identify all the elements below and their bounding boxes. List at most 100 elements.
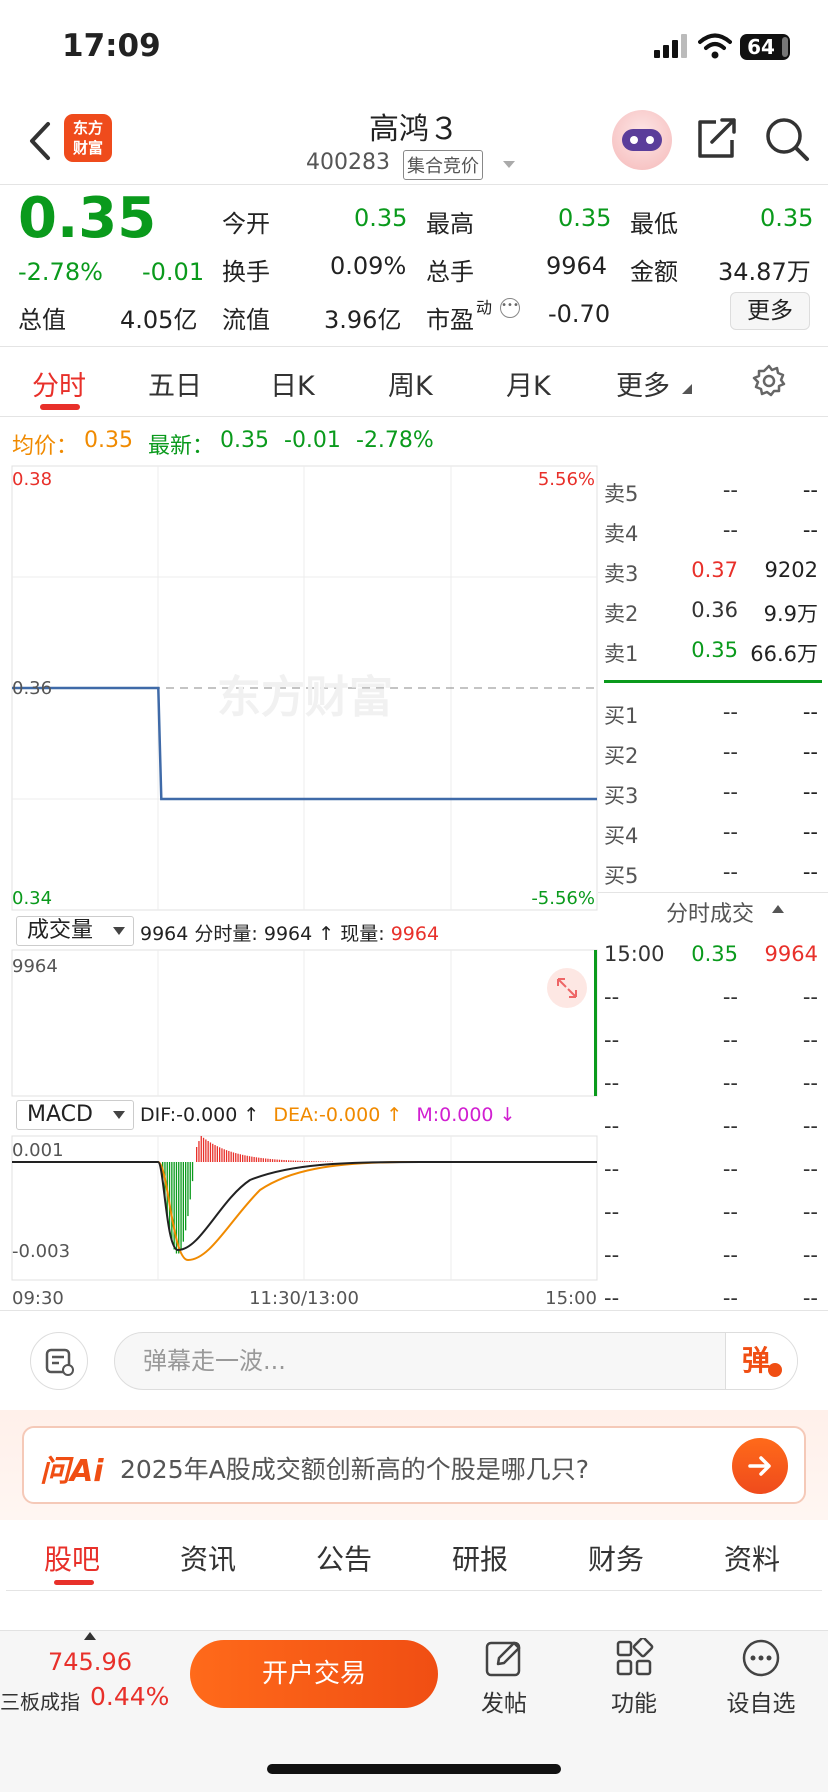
macd-bar-positive	[260, 1157, 262, 1162]
order-price: --	[722, 820, 738, 844]
volume-selector[interactable]: 成交量	[16, 916, 134, 946]
trade-time: --	[604, 1243, 620, 1267]
function-button[interactable]: 功能	[604, 1636, 664, 1718]
settings-gear-icon[interactable]	[752, 364, 786, 398]
trade-row: -- -- --	[604, 1192, 822, 1232]
tab-more-caret-icon	[682, 384, 692, 394]
order-volume: --	[802, 700, 818, 724]
macd-bar-positive	[207, 1141, 209, 1162]
pe-superscript: 动	[476, 298, 493, 317]
fenshi-volume-value: 9964	[263, 923, 313, 945]
time-axis-mid: 11:30/13:00	[249, 1288, 359, 1309]
order-book-sell-row[interactable]: 卖5 -- --	[604, 470, 822, 510]
tab-profile[interactable]: 资料	[724, 1538, 780, 1578]
time-axis-end: 15:00	[545, 1288, 597, 1309]
macd-bar-positive	[255, 1157, 258, 1162]
macd-bar-positive	[200, 1135, 202, 1162]
trade-time: --	[604, 985, 620, 1009]
change-amount: -0.01	[142, 258, 205, 286]
macd-histogram	[162, 1135, 333, 1254]
up-arrow-icon: ↑	[386, 1104, 403, 1126]
amount-value: 34.87万	[718, 258, 811, 286]
index-change[interactable]: 0.44%	[90, 1682, 169, 1711]
current-volume-label: 现量:	[340, 923, 385, 945]
high-label: 最高	[426, 210, 474, 238]
order-book-buy-row[interactable]: 买4 -- --	[604, 812, 822, 852]
post-button[interactable]: 发帖	[474, 1638, 534, 1718]
amount-label: 金额	[630, 258, 678, 286]
tab-finance[interactable]: 财务	[588, 1538, 644, 1578]
intraday-chart[interactable]: 东方财富 0.38 0.36 0.34 5.56% -5.56% 9964 0.…	[0, 460, 600, 1312]
macd-bar-positive	[198, 1141, 200, 1162]
macd-bar-positive	[214, 1145, 216, 1162]
dropdown-arrow-icon[interactable]	[502, 160, 516, 170]
index-value[interactable]: 745.96	[48, 1648, 132, 1676]
order-book-sell-row[interactable]: 卖3 0.37 9202	[604, 550, 822, 590]
trade-row: -- -- --	[604, 1149, 822, 1189]
tab-fenshi[interactable]: 分时	[32, 364, 86, 403]
order-book-divider	[604, 680, 822, 683]
trade-price: --	[722, 985, 738, 1009]
macd-bar-positive	[216, 1146, 218, 1162]
last-price-value: 0.35	[220, 428, 269, 453]
order-book-buy-row[interactable]: 买2 -- --	[604, 732, 822, 772]
tab-monthly-k[interactable]: 月K	[506, 364, 551, 403]
danmu-send-button[interactable]: 弹	[725, 1333, 797, 1389]
signal-icon	[654, 34, 688, 60]
order-book-buy-row[interactable]: 买3 -- --	[604, 772, 822, 812]
danmu-list-button[interactable]	[30, 1332, 88, 1390]
order-volume: 66.6万	[750, 642, 818, 666]
tab-news[interactable]: 资讯	[180, 1538, 236, 1578]
ai-question-box[interactable]: 问Ai 2025年A股成交额创新高的个股是哪几只?	[22, 1426, 806, 1504]
add-watchlist-label: 设自选	[726, 1691, 796, 1717]
macd-bar-positive	[311, 1161, 313, 1162]
ai-robot-avatar[interactable]	[612, 110, 672, 170]
add-watchlist-button[interactable]: 设自选	[726, 1638, 796, 1718]
tab-research[interactable]: 研报	[452, 1538, 508, 1578]
more-button[interactable]: 更多	[730, 292, 810, 330]
tab-daily-k[interactable]: 日K	[270, 364, 315, 403]
trade-row: -- -- --	[604, 1063, 822, 1103]
order-book-sell-row[interactable]: 卖4 -- --	[604, 510, 822, 550]
ai-go-button[interactable]	[732, 1438, 788, 1494]
order-book-buy-row[interactable]: 买1 -- --	[604, 692, 822, 732]
macd-bar-positive	[228, 1150, 230, 1162]
tab-active-indicator	[40, 404, 80, 410]
auction-badge[interactable]: 集合竞价	[403, 150, 483, 180]
index-name[interactable]: 三板成指	[0, 1686, 80, 1715]
order-book-sell-row[interactable]: 卖2 0.36 9.9万	[604, 590, 822, 630]
ai-question: 2025年A股成交额创新高的个股是哪几只?	[120, 1455, 589, 1484]
trade-row: 15:00 0.35 9964	[604, 934, 822, 974]
tab-announcements[interactable]: 公告	[316, 1538, 372, 1578]
order-book-sell-row[interactable]: 卖1 0.35 66.6万	[604, 630, 822, 670]
trade-time: --	[604, 1286, 620, 1310]
tab-guba[interactable]: 股吧	[44, 1538, 100, 1578]
expand-button[interactable]	[547, 968, 587, 1008]
order-level-label: 买5	[604, 864, 639, 888]
pct-axis-top: 5.56%	[538, 469, 595, 490]
macd-selector[interactable]: MACD	[16, 1100, 134, 1130]
trade-price: --	[722, 1243, 738, 1267]
more-dots-icon[interactable]: •••	[500, 298, 520, 318]
search-icon[interactable]	[764, 116, 810, 162]
order-level-label: 卖1	[604, 642, 639, 666]
share-icon[interactable]	[696, 116, 738, 160]
macd-bar-positive	[306, 1161, 308, 1162]
order-price: 0.35	[691, 638, 738, 662]
forum-tab-indicator	[54, 1580, 94, 1585]
trades-title[interactable]: 分时成交	[666, 896, 754, 928]
order-price: --	[722, 700, 738, 724]
macd-bar-positive	[262, 1158, 264, 1162]
tab-wuri[interactable]: 五日	[148, 364, 202, 403]
order-book-buy-row[interactable]: 买5 -- --	[604, 852, 822, 892]
open-account-button[interactable]: 开户交易	[190, 1640, 438, 1708]
order-price: 0.37	[691, 558, 738, 582]
tab-more[interactable]: 更多	[616, 364, 670, 403]
danmu-send-label: 弹	[742, 1344, 771, 1377]
macd-dif: DIF:-0.000	[140, 1104, 238, 1126]
tab-weekly-k[interactable]: 周K	[388, 364, 433, 403]
danmu-input[interactable]: 弹幕走一波... 弹	[114, 1332, 798, 1390]
macd-bar-positive	[232, 1152, 235, 1162]
macd-bar-positive	[265, 1158, 267, 1162]
wifi-icon	[698, 33, 732, 59]
